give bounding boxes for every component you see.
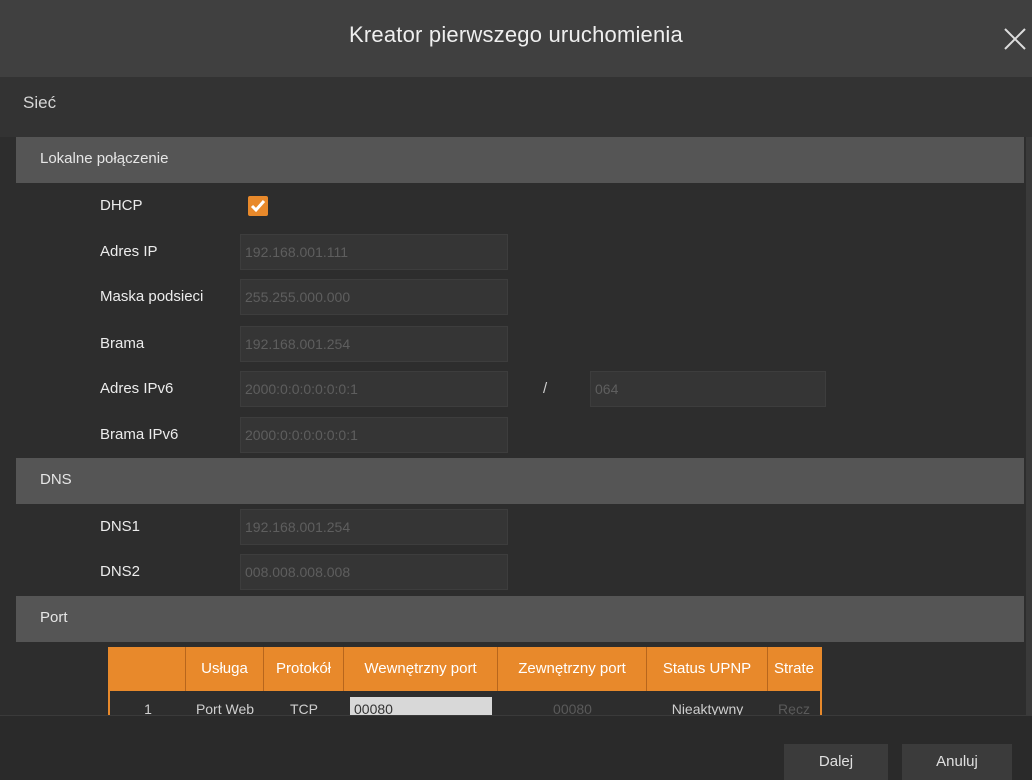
subnet-mask-label: Maska podsieci [100,288,204,305]
close-icon[interactable] [1000,24,1030,54]
column-header-strategy: Strate [768,647,820,691]
ipv6-prefix-separator: / [543,380,548,397]
ipv6-address-label: Adres IPv6 [100,380,174,397]
column-header-upnp-status: Status UPNP [647,647,768,691]
ip-address-field[interactable]: 192.168.001.111 [240,234,508,270]
title-bar: Kreator pierwszego uruchomienia [0,0,1032,77]
cell-upnp-status: Nieaktywny [671,701,744,715]
group-dns: DNS [16,458,1024,504]
ipv6-prefix-field[interactable]: 064 [590,371,826,407]
column-header-service: Usługa [186,647,264,691]
cell-service: Port Web [195,701,255,715]
page-title: Sieć [23,93,57,112]
next-button[interactable]: Dalej [784,744,888,780]
ipv6-gateway-label: Brama IPv6 [100,426,179,443]
footer-bar: Dalej Anuluj [0,715,1032,780]
dns1-field[interactable]: 192.168.001.254 [240,509,508,545]
ip-address-label: Adres IP [100,243,158,260]
dns2-field[interactable]: 008.008.008.008 [240,554,508,590]
cell-protocol: TCP [290,701,318,715]
subnet-mask-field[interactable]: 255.255.000.000 [240,279,508,315]
column-header-internal-port: Wewnętrzny port [344,647,498,691]
column-header-protocol: Protokół [264,647,344,691]
internal-port-input[interactable]: 00080 [350,697,492,715]
group-dns-label: DNS [40,471,72,488]
ipv6-gateway-field[interactable]: 2000:0:0:0:0:0:0:1 [240,417,508,453]
group-local-connection-label: Lokalne połączenie [40,150,169,167]
dhcp-checkbox[interactable] [248,196,268,216]
checkmark-icon [250,200,266,213]
port-table-header: Usługa Protokół Wewnętrzny port Zewnętrz… [110,647,820,691]
group-local-connection: Lokalne połączenie [16,137,1024,183]
settings-panel[interactable]: Lokalne połączenie DHCP Adres IP 192.168… [0,137,1032,715]
scrollbar[interactable] [1026,137,1032,715]
cell-strategy[interactable]: Ręcz [768,697,820,715]
dhcp-label: DHCP [100,197,143,214]
window-title: Kreator pierwszego uruchomienia [349,22,683,47]
group-port: Port [16,596,1024,642]
port-table: Usługa Protokół Wewnętrzny port Zewnętrz… [108,647,822,715]
dns1-label: DNS1 [100,518,141,535]
column-header-external-port: Zewnętrzny port [498,647,647,691]
external-port-input[interactable]: 00080 [498,697,647,715]
cell-index: 1 [144,701,152,715]
cancel-button[interactable]: Anuluj [902,744,1012,780]
dns2-label: DNS2 [100,563,141,580]
table-row[interactable]: 1 Port Web TCP 00080 00080 Nieaktywny Rę… [110,691,820,715]
gateway-label: Brama [100,335,145,352]
section-title-bar: Sieć [0,77,1032,138]
group-port-label: Port [40,609,68,626]
column-header-index [110,647,186,691]
gateway-field[interactable]: 192.168.001.254 [240,326,508,362]
ipv6-address-field[interactable]: 2000:0:0:0:0:0:0:1 [240,371,508,407]
